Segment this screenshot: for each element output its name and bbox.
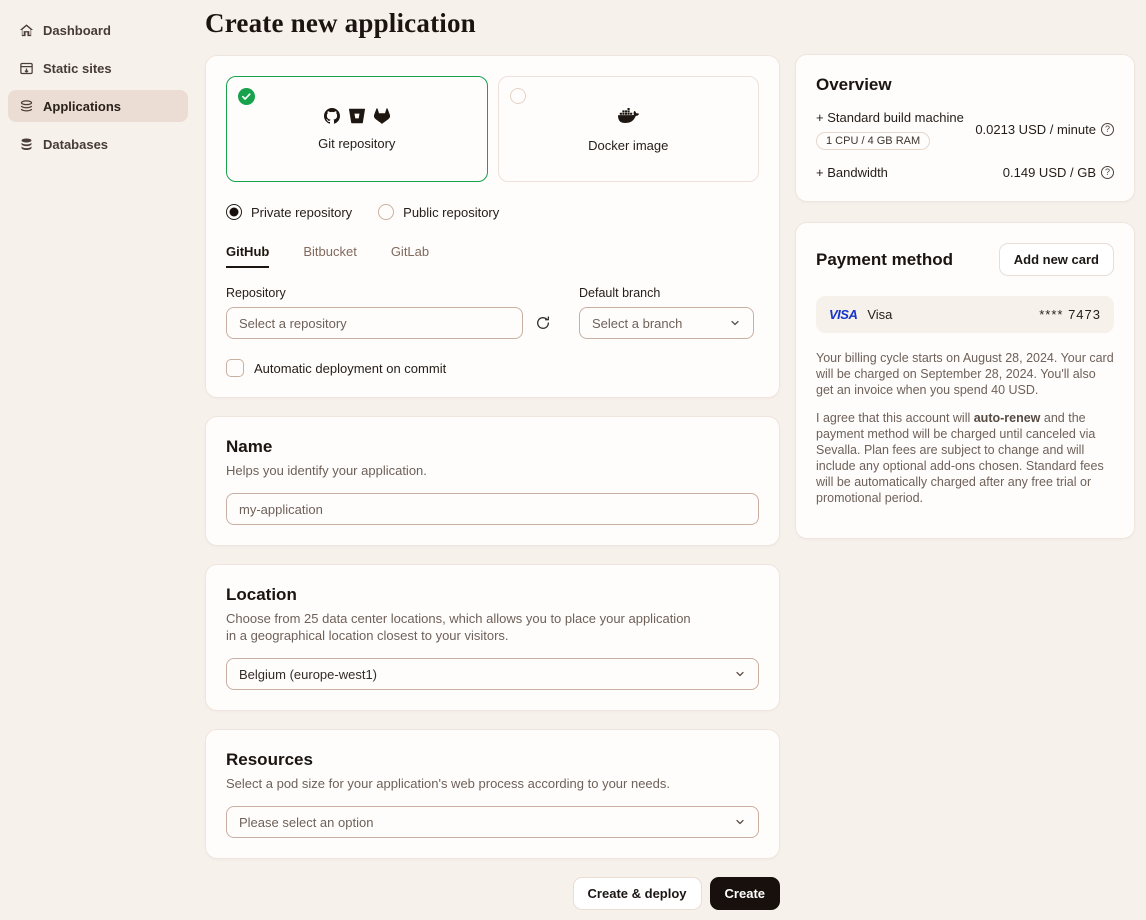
overview-row-build-machine: + Standard build machine 1 CPU / 4 GB RA… [816, 109, 1114, 150]
resources-card: Resources Select a pod size for your app… [205, 729, 780, 859]
auto-deploy-label: Automatic deployment on commit [254, 361, 446, 376]
public-repository-radio[interactable]: Public repository [378, 204, 499, 220]
resources-section-title: Resources [226, 750, 759, 770]
repository-select[interactable] [226, 307, 523, 339]
refresh-icon [535, 315, 551, 331]
public-repository-label: Public repository [403, 205, 499, 220]
git-provider-tabs: GitHub Bitbucket GitLab [226, 244, 759, 268]
unselected-circle-icon [510, 88, 526, 104]
auto-renew-bold: auto-renew [974, 411, 1041, 425]
sidebar-item-label: Applications [43, 99, 121, 114]
build-machine-label: + Standard build machine [816, 109, 964, 126]
chevron-down-icon [734, 668, 746, 680]
add-new-card-button[interactable]: Add new card [999, 243, 1114, 276]
chevron-down-icon [734, 816, 746, 828]
auto-deploy-checkbox[interactable]: Automatic deployment on commit [226, 359, 759, 377]
docker-icon [618, 105, 639, 126]
help-icon[interactable]: ? [1101, 123, 1114, 136]
docker-image-option[interactable]: Docker image [498, 76, 760, 182]
create-deploy-button[interactable]: Create & deploy [573, 877, 702, 910]
sidebar-item-databases[interactable]: Databases [8, 128, 188, 160]
private-repository-radio[interactable]: Private repository [226, 204, 352, 220]
visibility-radio-group: Private repository Public repository [226, 204, 759, 220]
repository-form-row: Repository Default branch Select a branc… [226, 286, 759, 339]
card-last4: **** 7473 [1039, 307, 1101, 322]
default-branch-label: Default branch [579, 286, 754, 300]
location-section-title: Location [226, 585, 759, 605]
payment-card: Payment method Add new card VISA Visa **… [795, 222, 1135, 539]
sidebar-item-label: Dashboard [43, 23, 111, 38]
bandwidth-label: + Bandwidth [816, 164, 888, 181]
build-machine-price: 0.0213 USD / minute [975, 122, 1096, 137]
sidebar-item-dashboard[interactable]: Dashboard [8, 14, 188, 46]
help-icon[interactable]: ? [1101, 166, 1114, 179]
git-repository-option[interactable]: Git repository [226, 76, 488, 182]
name-section-description: Helps you identify your application. [226, 462, 759, 479]
build-machine-badge: 1 CPU / 4 GB RAM [816, 132, 930, 150]
bandwidth-price: 0.149 USD / GB [1003, 165, 1096, 180]
tab-gitlab[interactable]: GitLab [391, 244, 429, 268]
payment-title: Payment method [816, 250, 953, 270]
name-input[interactable] [226, 493, 759, 525]
location-card: Location Choose from 25 data center loca… [205, 564, 780, 711]
name-card: Name Helps you identify your application… [205, 416, 780, 546]
gitlab-icon [374, 108, 390, 124]
docker-image-label: Docker image [588, 138, 668, 153]
database-icon [18, 136, 34, 152]
radio-selected-icon [226, 204, 242, 220]
resources-section-description: Select a pod size for your application's… [226, 775, 759, 792]
tab-bitbucket[interactable]: Bitbucket [303, 244, 356, 268]
overview-title: Overview [816, 75, 1114, 95]
saved-card-row[interactable]: VISA Visa **** 7473 [816, 296, 1114, 333]
bitbucket-icon [349, 108, 365, 124]
card-brand: Visa [867, 307, 892, 322]
radio-unselected-icon [378, 204, 394, 220]
resources-select[interactable]: Please select an option [226, 806, 759, 838]
sidebar-item-applications[interactable]: Applications [8, 90, 188, 122]
git-repository-label: Git repository [318, 136, 395, 151]
home-icon [18, 22, 34, 38]
form-actions: Create & deploy Create [205, 877, 780, 920]
repository-label: Repository [226, 286, 523, 300]
private-repository-label: Private repository [251, 205, 352, 220]
refresh-button[interactable] [523, 307, 563, 339]
overview-row-bandwidth: + Bandwidth 0.149 USD / GB ? [816, 164, 1114, 181]
chevron-down-icon [729, 317, 741, 329]
browser-icon [18, 60, 34, 76]
github-icon [324, 108, 340, 124]
sidebar: Dashboard Static sites Applications Data… [0, 0, 196, 887]
sidebar-item-label: Databases [43, 137, 108, 152]
billing-cycle-note: Your billing cycle starts on August 28, … [816, 350, 1114, 398]
tab-github[interactable]: GitHub [226, 244, 269, 268]
source-option-row: Git repository Docker image [226, 76, 759, 182]
page-title: Create new application [205, 8, 780, 39]
source-card: Git repository Docker image Private repo… [205, 55, 780, 398]
name-section-title: Name [226, 437, 759, 457]
branch-select[interactable]: Select a branch [579, 307, 754, 339]
auto-renew-note: I agree that this account will auto-rene… [816, 410, 1114, 506]
create-button[interactable]: Create [710, 877, 780, 910]
sidebar-item-label: Static sites [43, 61, 112, 76]
stack-icon [18, 98, 34, 114]
check-circle-icon [238, 88, 255, 105]
checkbox-icon [226, 359, 244, 377]
location-select[interactable]: Belgium (europe-west1) [226, 658, 759, 690]
location-section-description: Choose from 25 data center locations, wh… [226, 610, 696, 644]
sidebar-item-static-sites[interactable]: Static sites [8, 52, 188, 84]
main-content: Create new application Git repository [205, 0, 780, 920]
summary-column: Overview + Standard build machine 1 CPU … [795, 54, 1135, 557]
overview-card: Overview + Standard build machine 1 CPU … [795, 54, 1135, 202]
visa-logo-icon: VISA [829, 307, 857, 322]
